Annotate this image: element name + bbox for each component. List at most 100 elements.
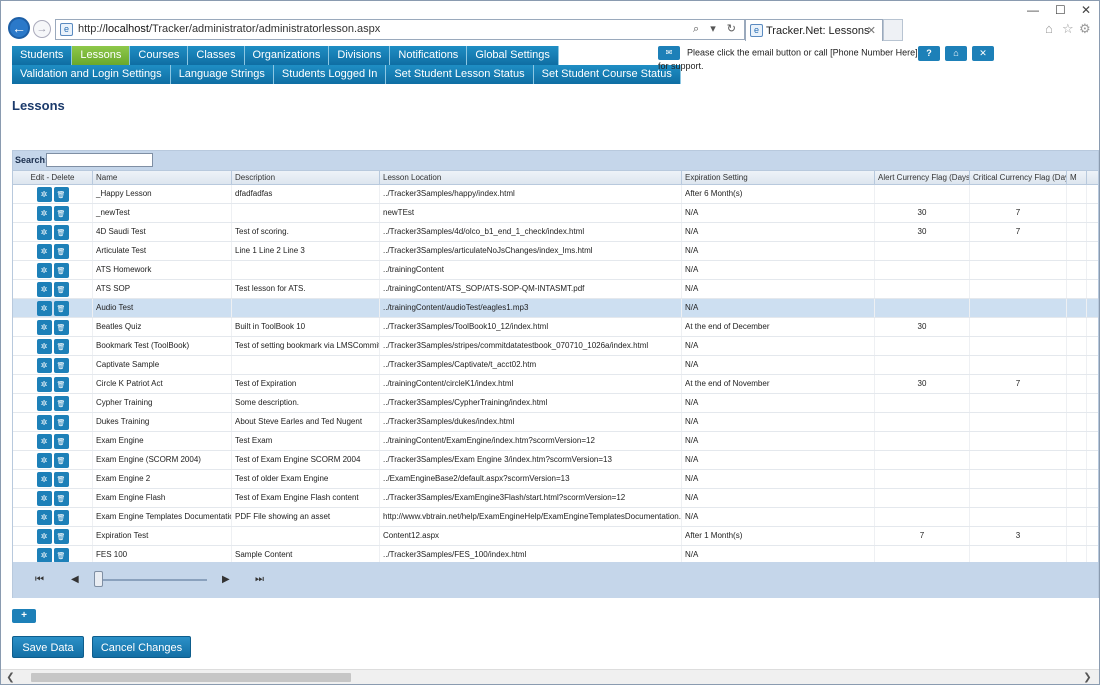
- table-row[interactable]: ✲ 🗑 Exam Engine Flash Test of Exam Engine F…: [13, 489, 1098, 508]
- scroll-right-icon[interactable]: ❯: [1080, 670, 1095, 685]
- edit-button[interactable]: ✲: [36, 186, 52, 202]
- address-bar[interactable]: e http://localhost/Tracker/administrator…: [55, 19, 745, 40]
- browser-tab[interactable]: e Tracker.Net: Lessons ✕: [745, 19, 883, 41]
- nav-tab-global-settings[interactable]: Global Settings: [467, 46, 559, 65]
- table-row[interactable]: ✲ 🗑 Exam Engine Templates Documentation PDF…: [13, 508, 1098, 527]
- column-header[interactable]: M: [1067, 171, 1087, 184]
- address-tools[interactable]: ⌕ ▾ ↻: [693, 22, 740, 36]
- add-lesson-button[interactable]: +: [12, 609, 36, 623]
- nav-tab-organizations[interactable]: Organizations: [244, 46, 330, 65]
- delete-button[interactable]: 🗑: [53, 205, 69, 221]
- edit-button[interactable]: ✲: [36, 528, 52, 544]
- edit-button[interactable]: ✲: [36, 395, 52, 411]
- cancel-changes-button[interactable]: Cancel Changes: [92, 636, 191, 658]
- edit-button[interactable]: ✲: [36, 490, 52, 506]
- edit-button[interactable]: ✲: [36, 205, 52, 221]
- edit-button[interactable]: ✲: [36, 300, 52, 316]
- minimize-icon[interactable]: —: [1027, 3, 1039, 17]
- table-row[interactable]: ✲ 🗑 Bookmark Test (ToolBook) Test of settin…: [13, 337, 1098, 356]
- edit-button[interactable]: ✲: [36, 357, 52, 373]
- edit-button[interactable]: ✲: [36, 338, 52, 354]
- table-row[interactable]: ✲ 🗑 _newTest newTEst N/A 30 7: [13, 204, 1098, 223]
- delete-button[interactable]: 🗑: [53, 471, 69, 487]
- table-row[interactable]: ✲ 🗑 Circle K Patriot Act Test of Expiration…: [13, 375, 1098, 394]
- column-header[interactable]: Alert Currency Flag (Days): [875, 171, 970, 184]
- table-row[interactable]: ✲ 🗑 Dukes Training About Steve Earles and T…: [13, 413, 1098, 432]
- page-slider-thumb[interactable]: [94, 571, 103, 587]
- forward-button[interactable]: →: [33, 20, 51, 38]
- delete-button[interactable]: 🗑: [53, 490, 69, 506]
- table-row[interactable]: ✲ 🗑 Beatles Quiz Built in ToolBook 10 ../Tra…: [13, 318, 1098, 337]
- column-header[interactable]: Edit - Delete: [13, 171, 93, 184]
- column-header[interactable]: Expiration Setting: [682, 171, 875, 184]
- email-support-button[interactable]: ✉: [658, 46, 680, 60]
- table-row[interactable]: ✲ 🗑 Cypher Training Some description. ../Tra…: [13, 394, 1098, 413]
- edit-button[interactable]: ✲: [36, 376, 52, 392]
- delete-button[interactable]: 🗑: [53, 338, 69, 354]
- delete-button[interactable]: 🗑: [53, 319, 69, 335]
- home-button[interactable]: ⌂: [945, 46, 967, 61]
- delete-button[interactable]: 🗑: [53, 300, 69, 316]
- delete-button[interactable]: 🗑: [53, 452, 69, 468]
- search-input[interactable]: [46, 153, 153, 167]
- delete-button[interactable]: 🗑: [53, 357, 69, 373]
- nav-tab-notifications[interactable]: Notifications: [390, 46, 468, 65]
- delete-button[interactable]: 🗑: [53, 224, 69, 240]
- table-row[interactable]: ✲ 🗑 Expiration Test Content12.aspx After 1 M…: [13, 527, 1098, 546]
- edit-button[interactable]: ✲: [36, 262, 52, 278]
- delete-button[interactable]: 🗑: [53, 243, 69, 259]
- maximize-icon[interactable]: ☐: [1055, 3, 1066, 17]
- close-window-icon[interactable]: ✕: [1081, 3, 1091, 17]
- new-tab-button[interactable]: [883, 19, 903, 41]
- nav-tab-lessons[interactable]: Lessons: [72, 46, 131, 65]
- delete-button[interactable]: 🗑: [53, 433, 69, 449]
- nav-tab-language-strings[interactable]: Language Strings: [170, 65, 274, 84]
- delete-button[interactable]: 🗑: [53, 509, 69, 525]
- first-page-icon[interactable]: ⏮: [35, 574, 44, 585]
- nav-tab-set-student-lesson-status[interactable]: Set Student Lesson Status: [386, 65, 534, 84]
- next-page-icon[interactable]: ▶: [222, 574, 230, 585]
- back-button[interactable]: ←: [8, 17, 30, 39]
- delete-button[interactable]: 🗑: [53, 528, 69, 544]
- page-slider-track[interactable]: [95, 579, 207, 581]
- nav-tab-classes[interactable]: Classes: [188, 46, 245, 65]
- delete-button[interactable]: 🗑: [53, 186, 69, 202]
- favorites-star-icon[interactable]: ☆: [1062, 21, 1074, 37]
- table-row[interactable]: ✲ 🗑 _Happy Lesson dfadfadfas ../Tracker3Samp…: [13, 185, 1098, 204]
- save-data-button[interactable]: Save Data: [12, 636, 84, 658]
- edit-button[interactable]: ✲: [36, 281, 52, 297]
- prev-page-icon[interactable]: ◀: [71, 574, 79, 585]
- settings-gear-icon[interactable]: ⚙: [1079, 21, 1091, 37]
- column-header[interactable]: Critical Currency Flag (Days): [970, 171, 1067, 184]
- edit-button[interactable]: ✲: [36, 433, 52, 449]
- table-row[interactable]: ✲ 🗑 Exam Engine Test Exam ../trainingContent…: [13, 432, 1098, 451]
- delete-button[interactable]: 🗑: [53, 395, 69, 411]
- logout-button[interactable]: ✕: [972, 46, 994, 61]
- table-row[interactable]: ✲ 🗑 Captivate Sample ../Tracker3Samples/Cap…: [13, 356, 1098, 375]
- table-row[interactable]: ✲ 🗑 ATS Homework ../trainingContent N/A: [13, 261, 1098, 280]
- horizontal-scrollbar[interactable]: ❮ ❯: [1, 669, 1099, 684]
- table-row[interactable]: ✲ 🗑 Exam Engine (SCORM 2004) Test of Exam E…: [13, 451, 1098, 470]
- table-row[interactable]: ✲ 🗑 Audio Test ../trainingContent/audioTest…: [13, 299, 1098, 318]
- edit-button[interactable]: ✲: [36, 547, 52, 563]
- edit-button[interactable]: ✲: [36, 224, 52, 240]
- nav-tab-divisions[interactable]: Divisions: [329, 46, 391, 65]
- nav-tab-courses[interactable]: Courses: [130, 46, 189, 65]
- scroll-left-icon[interactable]: ❮: [3, 670, 18, 685]
- delete-button[interactable]: 🗑: [53, 414, 69, 430]
- table-row[interactable]: ✲ 🗑 Exam Engine 2 Test of older Exam Engine…: [13, 470, 1098, 489]
- table-row[interactable]: ✲ 🗑 ATS SOP Test lesson for ATS. ../training…: [13, 280, 1098, 299]
- edit-button[interactable]: ✲: [36, 414, 52, 430]
- delete-button[interactable]: 🗑: [53, 547, 69, 563]
- edit-button[interactable]: ✲: [36, 243, 52, 259]
- column-header[interactable]: Description: [232, 171, 380, 184]
- delete-button[interactable]: 🗑: [53, 281, 69, 297]
- edit-button[interactable]: ✲: [36, 471, 52, 487]
- help-button[interactable]: ?: [918, 46, 940, 61]
- column-header[interactable]: Lesson Location: [380, 171, 682, 184]
- column-header[interactable]: Name: [93, 171, 232, 184]
- last-page-icon[interactable]: ⏭: [255, 574, 264, 585]
- home-icon[interactable]: ⌂: [1045, 21, 1053, 36]
- edit-button[interactable]: ✲: [36, 509, 52, 525]
- delete-button[interactable]: 🗑: [53, 376, 69, 392]
